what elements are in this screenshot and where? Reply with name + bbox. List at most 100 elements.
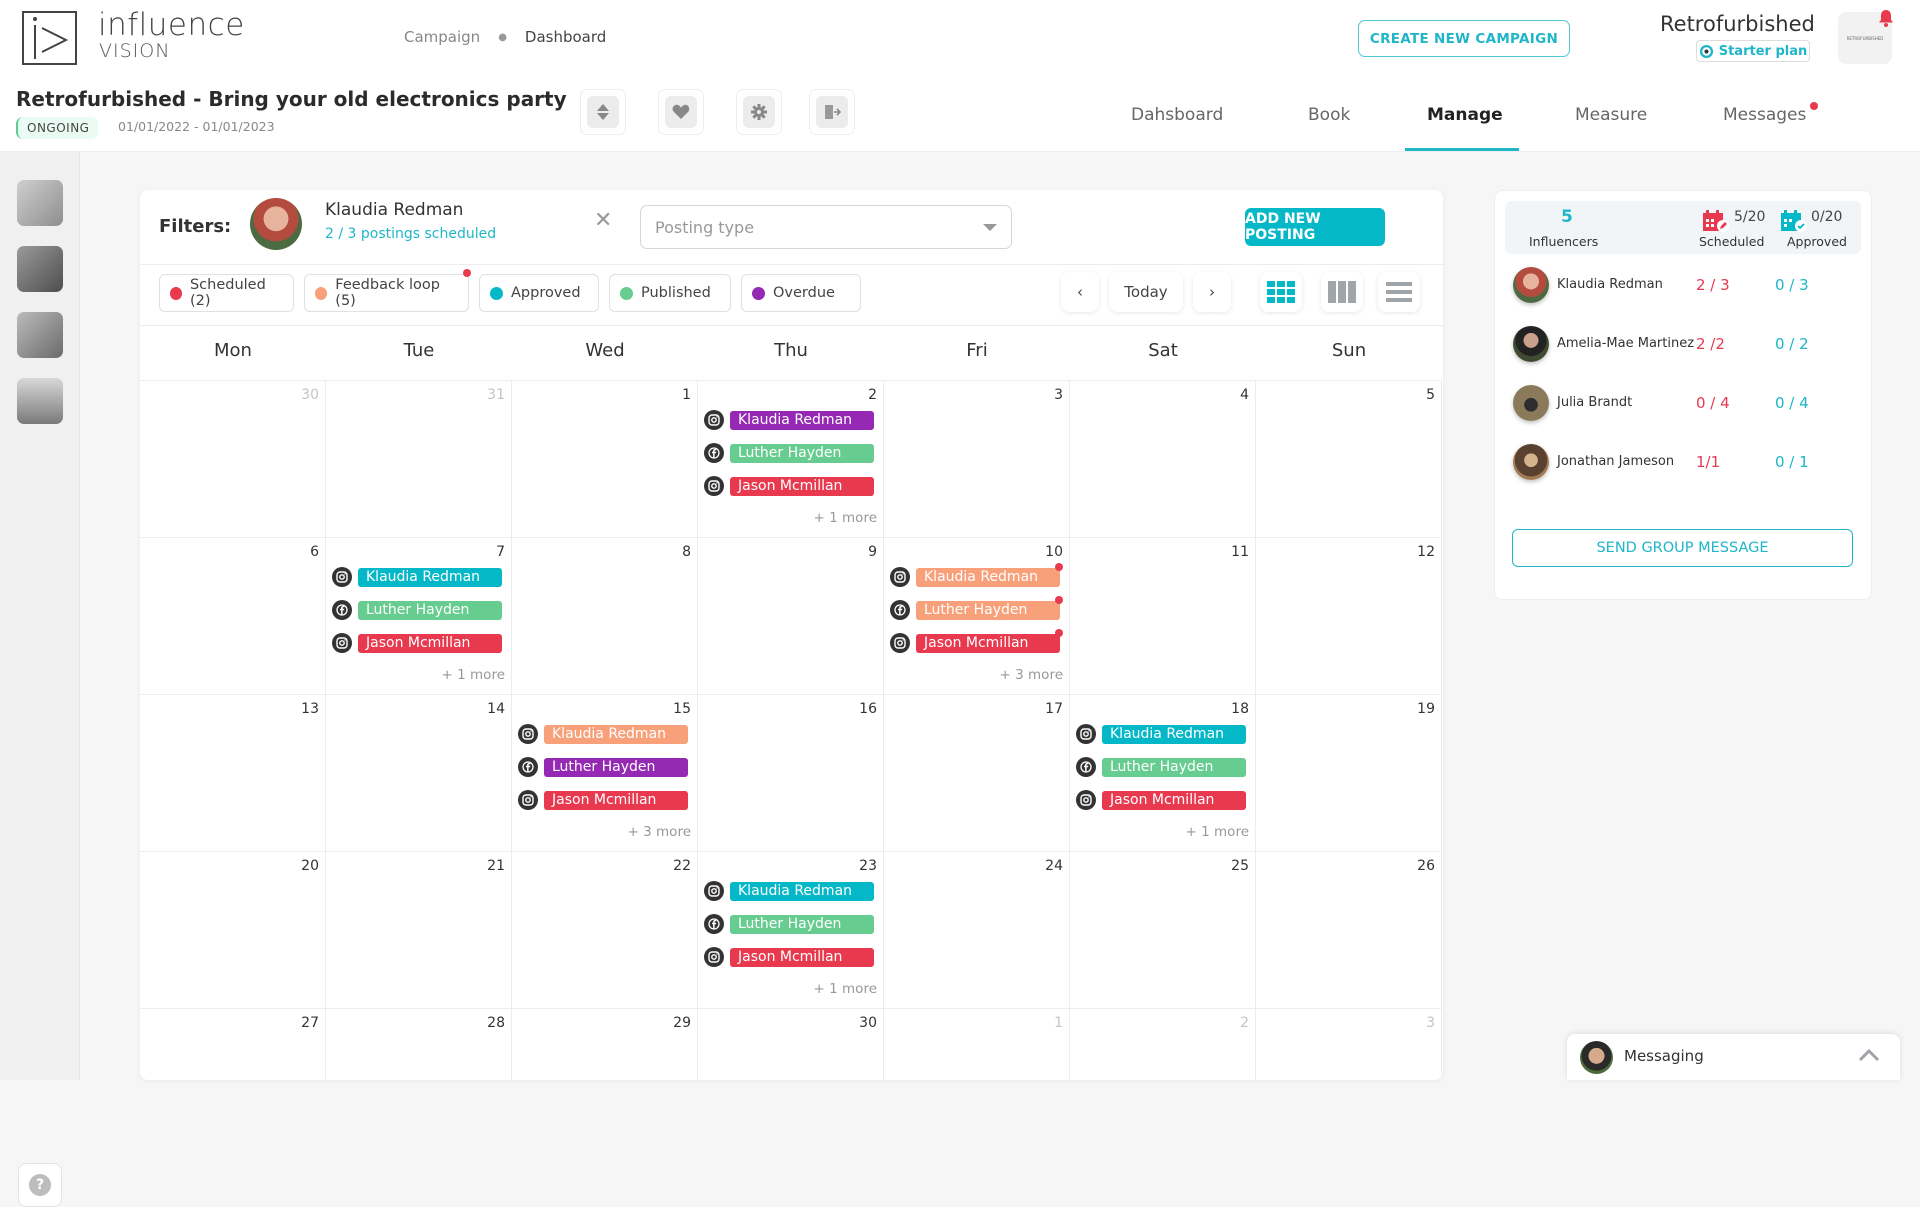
- calendar-day-cell[interactable]: 5: [1256, 380, 1442, 537]
- posting-chip[interactable]: Klaudia Redman: [1102, 724, 1246, 744]
- calendar-day-cell[interactable]: 9: [698, 537, 884, 694]
- posting-item[interactable]: Jason Mcmillan: [890, 628, 1063, 654]
- calendar-day-cell[interactable]: 2: [1070, 1008, 1256, 1080]
- posting-chip[interactable]: Klaudia Redman: [358, 567, 502, 587]
- calendar-day-cell[interactable]: 17: [884, 694, 1070, 851]
- posting-chip[interactable]: Jason Mcmillan: [1102, 790, 1246, 810]
- campaign-thumbnail[interactable]: [17, 378, 63, 424]
- calendar-day-cell[interactable]: 29: [512, 1008, 698, 1080]
- calendar-day-cell[interactable]: 1: [884, 1008, 1070, 1080]
- more-postings-link[interactable]: + 1 more: [814, 510, 877, 526]
- more-postings-link[interactable]: + 1 more: [814, 981, 877, 997]
- calendar-day-cell[interactable]: 26: [1256, 851, 1442, 1008]
- calendar-day-cell[interactable]: 12: [1256, 537, 1442, 694]
- posting-item[interactable]: Luther Hayden: [704, 913, 874, 935]
- posting-chip[interactable]: Jason Mcmillan: [916, 628, 1063, 653]
- calendar-day-cell[interactable]: 31: [326, 380, 512, 537]
- calendar-day-cell[interactable]: 10 Klaudia Redman Luther Hayden Jason Mcmil…: [884, 537, 1070, 694]
- legend-filter-published[interactable]: Published: [609, 274, 731, 312]
- posting-item[interactable]: Jason Mcmillan: [1076, 789, 1246, 811]
- calendar-day-cell[interactable]: 11: [1070, 537, 1256, 694]
- calendar-day-cell[interactable]: 18 Klaudia Redman Luther Hayden Jason Mcmil…: [1070, 694, 1256, 851]
- month-view-button[interactable]: [1260, 272, 1302, 312]
- week-view-button[interactable]: [1321, 272, 1363, 312]
- help-button[interactable]: ?: [18, 1163, 62, 1207]
- calendar-day-cell[interactable]: 15 Klaudia Redman Luther Hayden Jason Mcmil…: [512, 694, 698, 851]
- messaging-panel[interactable]: Messaging: [1567, 1034, 1900, 1080]
- calendar-day-cell[interactable]: 1: [512, 380, 698, 537]
- tab-book[interactable]: Book: [1308, 105, 1350, 125]
- posting-item[interactable]: Jason Mcmillan: [704, 475, 874, 497]
- posting-chip[interactable]: Jason Mcmillan: [358, 633, 502, 653]
- posting-item[interactable]: Klaudia Redman: [332, 566, 502, 588]
- list-view-button[interactable]: [1378, 272, 1420, 312]
- posting-chip[interactable]: Luther Hayden: [544, 757, 688, 777]
- calendar-day-cell[interactable]: 16: [698, 694, 884, 851]
- legend-filter-overdue[interactable]: Overdue: [741, 274, 861, 312]
- posting-item[interactable]: Luther Hayden: [1076, 756, 1246, 778]
- more-postings-link[interactable]: + 1 more: [1186, 824, 1249, 840]
- tab-measure[interactable]: Measure: [1575, 105, 1647, 125]
- add-posting-button[interactable]: ADD NEW POSTING: [1245, 208, 1385, 246]
- posting-chip[interactable]: Klaudia Redman: [730, 881, 874, 901]
- plan-badge[interactable]: Starter plan: [1696, 40, 1810, 62]
- posting-item[interactable]: Klaudia Redman: [890, 562, 1063, 588]
- calendar-day-cell[interactable]: 3: [884, 380, 1070, 537]
- logo-icon[interactable]: [22, 11, 77, 65]
- calendar-day-cell[interactable]: 22: [512, 851, 698, 1008]
- posting-chip[interactable]: Jason Mcmillan: [730, 476, 874, 496]
- prev-button[interactable]: ‹: [1061, 272, 1099, 312]
- posting-chip[interactable]: Klaudia Redman: [916, 562, 1063, 587]
- influencer-row[interactable]: Julia Brandt 0 / 4 0 / 4: [1513, 385, 1853, 423]
- posting-item[interactable]: Jason Mcmillan: [332, 632, 502, 654]
- tab-messages[interactable]: Messages: [1723, 105, 1806, 125]
- send-group-message-button[interactable]: SEND GROUP MESSAGE: [1512, 529, 1853, 567]
- posting-chip[interactable]: Klaudia Redman: [730, 410, 874, 430]
- posting-item[interactable]: Luther Hayden: [704, 442, 874, 464]
- tab-manage[interactable]: Manage: [1427, 105, 1503, 125]
- calendar-day-cell[interactable]: 24: [884, 851, 1070, 1008]
- breadcrumb-campaign[interactable]: Campaign: [404, 28, 480, 46]
- calendar-day-cell[interactable]: 14: [326, 694, 512, 851]
- calendar-day-cell[interactable]: 8: [512, 537, 698, 694]
- calendar-day-cell[interactable]: 4: [1070, 380, 1256, 537]
- posting-item[interactable]: Jason Mcmillan: [704, 946, 874, 968]
- sort-button[interactable]: [580, 89, 626, 135]
- calendar-day-cell[interactable]: 13: [140, 694, 326, 851]
- posting-chip[interactable]: Jason Mcmillan: [730, 947, 874, 967]
- calendar-day-cell[interactable]: 6: [140, 537, 326, 694]
- next-button[interactable]: ›: [1193, 272, 1231, 312]
- exit-button[interactable]: [809, 89, 855, 135]
- calendar-day-cell[interactable]: 30: [140, 380, 326, 537]
- posting-item[interactable]: Jason Mcmillan: [518, 789, 688, 811]
- posting-chip[interactable]: Klaudia Redman: [544, 724, 688, 744]
- posting-item[interactable]: Luther Hayden: [890, 595, 1063, 621]
- posting-item[interactable]: Klaudia Redman: [704, 409, 874, 431]
- calendar-day-cell[interactable]: 2 Klaudia Redman Luther Hayden Jason Mcmill…: [698, 380, 884, 537]
- calendar-day-cell[interactable]: 27: [140, 1008, 326, 1080]
- calendar-day-cell[interactable]: 21: [326, 851, 512, 1008]
- influencer-row[interactable]: Klaudia Redman 2 / 3 0 / 3: [1513, 267, 1853, 305]
- bell-icon[interactable]: [1876, 8, 1896, 28]
- calendar-day-cell[interactable]: 25: [1070, 851, 1256, 1008]
- clear-filter-icon[interactable]: ✕: [594, 210, 612, 232]
- posting-chip[interactable]: Luther Hayden: [916, 595, 1063, 620]
- calendar-day-cell[interactable]: 20: [140, 851, 326, 1008]
- legend-filter-scheduled[interactable]: Scheduled (2): [159, 274, 294, 312]
- campaign-thumbnail[interactable]: [17, 180, 63, 226]
- more-postings-link[interactable]: + 3 more: [1000, 667, 1063, 683]
- more-postings-link[interactable]: + 1 more: [442, 667, 505, 683]
- legend-filter-approved[interactable]: Approved: [479, 274, 599, 312]
- posting-item[interactable]: Luther Hayden: [518, 756, 688, 778]
- favorite-button[interactable]: [658, 89, 704, 135]
- posting-chip[interactable]: Jason Mcmillan: [544, 790, 688, 810]
- posting-chip[interactable]: Luther Hayden: [1102, 757, 1246, 777]
- influencer-row[interactable]: Jonathan Jameson 1/1 0 / 1: [1513, 444, 1853, 482]
- calendar-day-cell[interactable]: 28: [326, 1008, 512, 1080]
- campaign-thumbnail[interactable]: [17, 246, 63, 292]
- posting-chip[interactable]: Luther Hayden: [730, 914, 874, 934]
- settings-button[interactable]: [736, 89, 782, 135]
- posting-chip[interactable]: Luther Hayden: [358, 600, 502, 620]
- breadcrumb-dashboard[interactable]: Dashboard: [525, 28, 606, 46]
- legend-filter-feedback[interactable]: Feedback loop (5): [304, 269, 471, 312]
